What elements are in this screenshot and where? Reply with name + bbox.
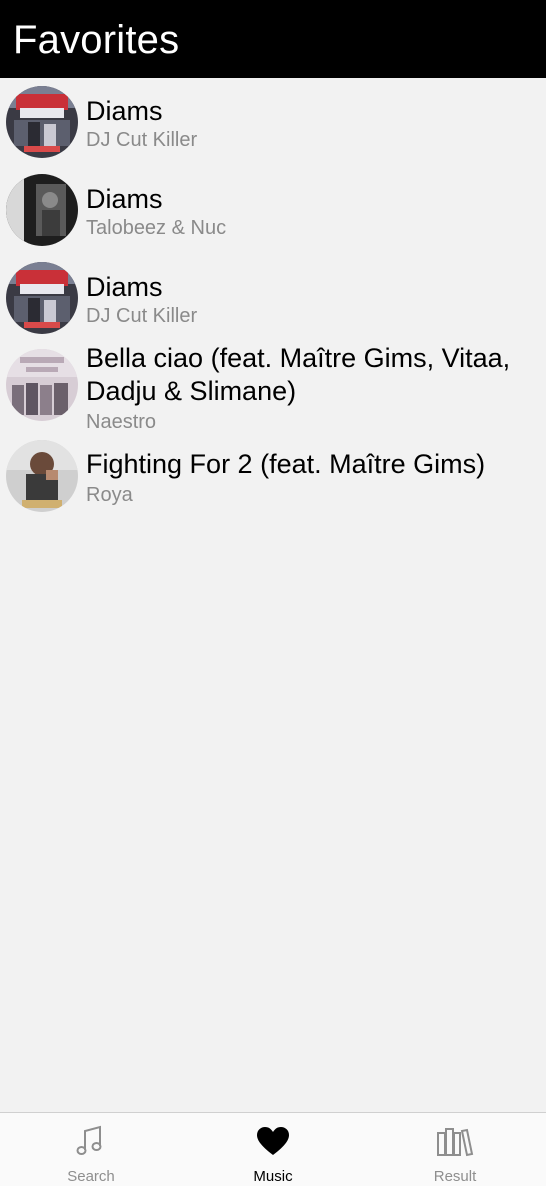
- list-item[interactable]: Diams Talobeez & Nuc: [0, 166, 546, 254]
- page-title: Favorites: [13, 18, 180, 62]
- tab-label: Music: [253, 1168, 293, 1185]
- track-title: Diams: [86, 96, 163, 126]
- track-title: Diams: [86, 272, 163, 302]
- track-title: Diams: [86, 184, 163, 214]
- tab-music[interactable]: Music: [182, 1113, 364, 1186]
- tab-label: Search: [67, 1168, 115, 1185]
- album-art: [6, 440, 78, 512]
- navigation-bar: Favorites: [0, 0, 546, 78]
- album-art: [6, 86, 78, 158]
- album-art: [6, 174, 78, 246]
- album-art: [6, 349, 78, 421]
- heart-icon: [253, 1123, 293, 1159]
- tab-result[interactable]: Result: [364, 1113, 546, 1186]
- list-item[interactable]: Diams DJ Cut Killer: [0, 254, 546, 342]
- tab-label: Result: [433, 1168, 477, 1185]
- library-icon: [435, 1123, 475, 1159]
- tab-bar: Search Music Result: [0, 1112, 546, 1186]
- list-item[interactable]: Fighting For 2 (feat. Maître Gims) Roya: [0, 432, 546, 520]
- track-title: Bella ciao (feat. Maître Gims, Vitaa, Da…: [86, 343, 511, 406]
- list-item[interactable]: Diams DJ Cut Killer: [0, 78, 546, 166]
- track-artist: Talobeez & Nuc: [86, 217, 227, 239]
- music-note-icon: [71, 1123, 111, 1159]
- list-item[interactable]: Bella ciao (feat. Maître Gims, Vitaa, Da…: [0, 342, 546, 433]
- track-artist: DJ Cut Killer: [86, 129, 198, 151]
- track-artist: Naestro: [86, 411, 157, 433]
- track-artist: DJ Cut Killer: [86, 305, 198, 327]
- track-artist: Roya: [86, 484, 133, 506]
- track-title: Fighting For 2 (feat. Maître Gims): [86, 449, 486, 479]
- tab-search[interactable]: Search: [0, 1113, 182, 1186]
- album-art: [6, 262, 78, 334]
